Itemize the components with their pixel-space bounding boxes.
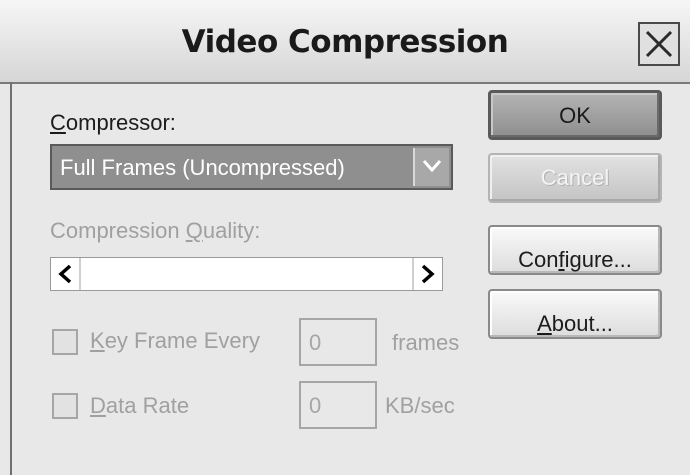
chevron-right-icon (421, 264, 435, 284)
chevron-down-icon (422, 160, 442, 173)
key-frame-input[interactable]: 0 (299, 318, 377, 366)
close-icon (645, 30, 673, 58)
title-bar[interactable]: Video Compression (0, 0, 690, 84)
about-button[interactable]: About... (488, 289, 662, 339)
compressor-select[interactable]: Full Frames (Uncompressed) (50, 144, 453, 190)
data-rate-label: Data Rate (90, 393, 190, 418)
compressor-selected-value: Full Frames (Uncompressed) (60, 155, 345, 180)
data-rate-input[interactable]: 0 (299, 381, 377, 429)
frames-unit-label: frames (392, 330, 460, 355)
compressor-dropdown-button[interactable] (413, 148, 449, 186)
window-border (10, 82, 12, 475)
compressor-label: Compressor: (50, 110, 176, 135)
close-button[interactable] (638, 22, 680, 66)
chevron-left-icon (58, 264, 72, 284)
ok-button[interactable]: OK (488, 90, 662, 140)
key-frame-label: Key Frame Every (90, 328, 260, 353)
configure-button[interactable]: Configure... (488, 225, 662, 275)
dialog-title: Video Compression (181, 24, 509, 60)
quality-increase-button[interactable] (412, 258, 442, 290)
kbsec-unit-label: KB/sec (385, 393, 455, 418)
data-rate-checkbox[interactable] (52, 393, 78, 419)
compression-quality-label: Compression Quality: (50, 218, 261, 243)
key-frame-checkbox[interactable] (52, 329, 78, 355)
quality-decrease-button[interactable] (51, 258, 81, 290)
cancel-button[interactable]: Cancel (488, 153, 662, 203)
video-compression-dialog: Video Compression Compressor: Full Frame… (0, 0, 690, 475)
compression-quality-slider[interactable] (50, 257, 443, 291)
